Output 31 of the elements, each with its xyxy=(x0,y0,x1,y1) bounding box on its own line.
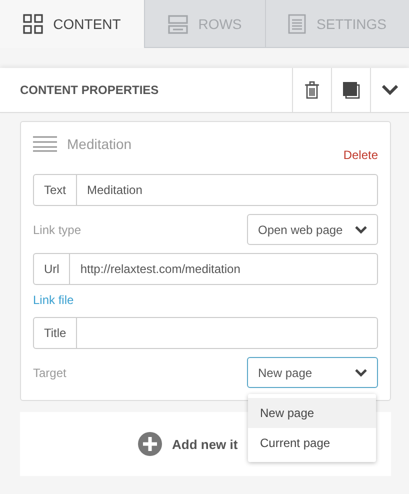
field-value: http://relaxtest.com/meditation xyxy=(80,262,240,276)
dropdown-option[interactable]: Current page xyxy=(248,428,376,458)
trash-icon xyxy=(304,81,320,99)
dropdown-option[interactable]: New page xyxy=(248,398,376,428)
link-type-select[interactable]: Open web page xyxy=(247,214,378,245)
field-label: Url xyxy=(34,254,70,284)
link-type-label: Link type xyxy=(33,222,82,236)
delete-button[interactable] xyxy=(292,68,331,112)
title-field[interactable]: Title xyxy=(33,317,378,349)
duplicate-button[interactable] xyxy=(331,68,370,112)
plus-circle-icon[interactable] xyxy=(138,432,162,456)
target-label: Target xyxy=(33,366,66,380)
url-field[interactable]: Url http://relaxtest.com/meditation xyxy=(33,253,378,285)
duplicate-icon xyxy=(342,81,360,99)
chevron-icon xyxy=(355,226,367,234)
add-item-label[interactable]: Add new it xyxy=(172,436,238,452)
document-icon xyxy=(288,14,306,34)
chevron-icon xyxy=(382,85,398,95)
item-name: Meditation xyxy=(67,136,132,152)
chevron-icon xyxy=(355,368,367,376)
field-value: Meditation xyxy=(87,183,142,197)
collapse-button[interactable] xyxy=(370,68,409,112)
field-label: Title xyxy=(34,318,78,348)
rows-icon xyxy=(168,14,188,34)
text-field[interactable]: Text Meditation xyxy=(33,174,378,206)
delete-link[interactable]: Delete xyxy=(343,148,378,162)
grid-icon xyxy=(23,14,44,34)
panel-title: CONTENT PROPERTIES xyxy=(19,83,160,97)
field-label: Text xyxy=(34,175,78,205)
drag-handle-icon[interactable] xyxy=(33,136,57,152)
target-select[interactable]: New page xyxy=(247,357,378,388)
